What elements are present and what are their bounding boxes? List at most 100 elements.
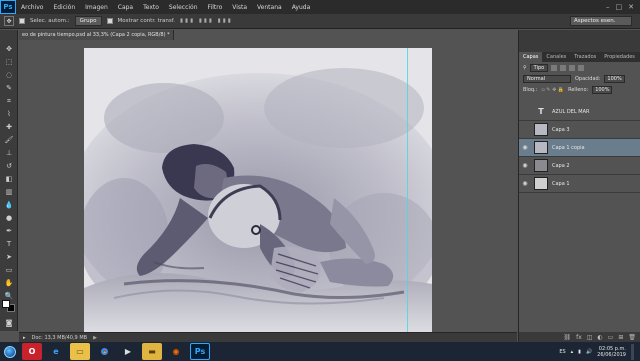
document-size-info[interactable]: Doc: 13,3 MB/40,9 MB: [32, 335, 88, 341]
visibility-eye-icon[interactable]: ◉: [519, 144, 531, 151]
zoom-field[interactable]: ▸: [23, 335, 26, 341]
opacity-label: Opacidad:: [575, 75, 601, 82]
layer-style-icon[interactable]: fx: [576, 334, 582, 341]
marquee-tool-icon[interactable]: ⬚: [3, 57, 15, 67]
auto-select-checkbox[interactable]: [19, 18, 25, 24]
menu-filtro[interactable]: Filtro: [203, 4, 228, 11]
volume-icon[interactable]: 🔊: [586, 349, 592, 355]
layer-row-selected[interactable]: ◉ Capa 1 copia: [519, 139, 640, 157]
menu-ayuda[interactable]: Ayuda: [287, 4, 316, 11]
new-group-icon[interactable]: ▭: [608, 334, 614, 341]
menu-ventana[interactable]: Ventana: [252, 4, 287, 11]
close-tab-icon[interactable]: ×: [173, 32, 174, 38]
filter-pixel-icon[interactable]: [551, 64, 558, 71]
canvas-workarea: [19, 40, 517, 332]
layer-row[interactable]: ◉ Capa 1: [519, 175, 640, 193]
chrome-app-icon[interactable]: [94, 343, 114, 360]
language-indicator[interactable]: ES: [559, 349, 565, 355]
workspace-switcher[interactable]: Aspectos esen.: [570, 16, 632, 26]
filter-search-icon: ⚲: [523, 64, 527, 71]
visibility-eye-icon[interactable]: ◉: [519, 180, 531, 187]
lasso-tool-icon[interactable]: ◌: [3, 70, 15, 80]
lock-icons[interactable]: ▫ ✎ ✥ 🔒: [541, 87, 564, 93]
photoshop-app-icon[interactable]: Ps: [190, 343, 210, 360]
show-transform-checkbox[interactable]: [106, 18, 113, 24]
fill-field[interactable]: 100%: [592, 85, 613, 94]
shape-tool-icon[interactable]: ▭: [3, 265, 15, 275]
layer-thumbnail: [534, 159, 548, 172]
quick-mask-icon[interactable]: ◙: [3, 318, 15, 328]
eyedropper-tool-icon[interactable]: ⌇: [3, 109, 15, 119]
opacity-field[interactable]: 100%: [604, 74, 625, 83]
layer-row[interactable]: ◉ Capa 2: [519, 157, 640, 175]
layer-row[interactable]: T AZUL DEL MAR: [519, 103, 640, 121]
minimize-icon[interactable]: –: [606, 3, 610, 11]
foreground-color-swatch[interactable]: [2, 300, 10, 308]
cyan-guide-line[interactable]: [407, 48, 408, 332]
photoshop-logo: Ps: [0, 0, 16, 14]
status-menu-icon[interactable]: ▶: [93, 335, 97, 341]
clock-date: 26/06/2019: [597, 351, 626, 358]
menu-imagen[interactable]: Imagen: [80, 4, 113, 11]
filter-shape-icon[interactable]: [578, 64, 585, 71]
clone-stamp-tool-icon[interactable]: ⊥: [3, 148, 15, 158]
show-desktop-button[interactable]: [631, 343, 634, 360]
menu-seleccion[interactable]: Selección: [164, 4, 203, 11]
lock-label: Bloq.:: [523, 86, 538, 93]
firefox-app-icon[interactable]: ◉: [166, 343, 186, 360]
document-tab[interactable]: eo de pintura tiempo.psd al 33,3% (Capa …: [19, 30, 174, 40]
quick-select-tool-icon[interactable]: ✎: [3, 83, 15, 93]
dodge-tool-icon[interactable]: ●: [3, 213, 15, 223]
layer-filter-dropdown[interactable]: Tipo: [529, 63, 549, 72]
move-tool-preset-icon[interactable]: ✥: [4, 16, 14, 26]
media-player-app-icon[interactable]: ▶: [118, 343, 138, 360]
windows-taskbar: O e ▭ ▶ ▬ ◉ Ps ES ▴ ▮ 🔊 02:05 p.m. 26/06…: [0, 342, 640, 361]
filter-type-icon[interactable]: [569, 64, 576, 71]
menu-capa[interactable]: Capa: [113, 4, 138, 11]
menu-texto[interactable]: Texto: [138, 4, 164, 11]
move-tool-icon[interactable]: ✥: [3, 44, 15, 54]
blend-mode-dropdown[interactable]: Normal: [523, 74, 571, 83]
delete-layer-icon[interactable]: 🗑: [628, 334, 636, 341]
tray-arrow-icon[interactable]: ▴: [571, 349, 574, 355]
adjustment-layer-icon[interactable]: ◐: [597, 334, 602, 341]
pen-tool-icon[interactable]: ✒: [3, 226, 15, 236]
brush-tool-icon[interactable]: 🖌: [3, 135, 15, 145]
menu-bar: Ps Archivo Edición Imagen Capa Texto Sel…: [0, 0, 640, 14]
clock[interactable]: 02:05 p.m. 26/06/2019: [597, 346, 626, 358]
history-brush-tool-icon[interactable]: ↺: [3, 161, 15, 171]
menu-archivo[interactable]: Archivo: [16, 4, 48, 11]
internet-explorer-app-icon[interactable]: e: [46, 343, 66, 360]
menu-edicion[interactable]: Edición: [48, 4, 80, 11]
close-icon[interactable]: ✕: [628, 3, 634, 11]
crop-tool-icon[interactable]: ⌗: [3, 96, 15, 106]
tab-propiedades[interactable]: Propiedades: [600, 52, 639, 62]
tab-canales[interactable]: Canales: [542, 52, 570, 62]
hand-tool-icon[interactable]: ✋: [3, 278, 15, 288]
tab-capas[interactable]: Capas: [519, 52, 543, 62]
opera-app-icon[interactable]: O: [22, 343, 42, 360]
eraser-tool-icon[interactable]: ◧: [3, 174, 15, 184]
add-mask-icon[interactable]: ◫: [587, 334, 593, 341]
type-tool-icon[interactable]: T: [3, 239, 15, 249]
link-layers-icon[interactable]: ⛓: [563, 334, 571, 341]
start-button[interactable]: [0, 342, 20, 361]
align-icons[interactable]: ▮▮▮ ▮▮▮ ▮▮▮: [180, 18, 233, 24]
healing-brush-tool-icon[interactable]: ✚: [3, 122, 15, 132]
layer-thumbnail: [534, 123, 548, 136]
folder-app-icon[interactable]: ▬: [142, 343, 162, 360]
menu-vista[interactable]: Vista: [227, 4, 252, 11]
filter-adjustment-icon[interactable]: [560, 64, 567, 71]
visibility-eye-icon[interactable]: ◉: [519, 162, 531, 169]
path-selection-tool-icon[interactable]: ➤: [3, 252, 15, 262]
network-icon[interactable]: ▮: [578, 349, 581, 355]
new-layer-icon[interactable]: ⊞: [618, 334, 623, 341]
document-canvas[interactable]: [84, 48, 432, 332]
file-explorer-app-icon[interactable]: ▭: [70, 343, 90, 360]
tab-trazados[interactable]: Trazados: [570, 52, 600, 62]
maximize-icon[interactable]: □: [616, 3, 623, 11]
auto-select-dropdown[interactable]: Grupo: [74, 16, 102, 26]
blur-tool-icon[interactable]: 💧: [3, 200, 15, 210]
gradient-tool-icon[interactable]: ▥: [3, 187, 15, 197]
layer-row[interactable]: Capa 3: [519, 121, 640, 139]
